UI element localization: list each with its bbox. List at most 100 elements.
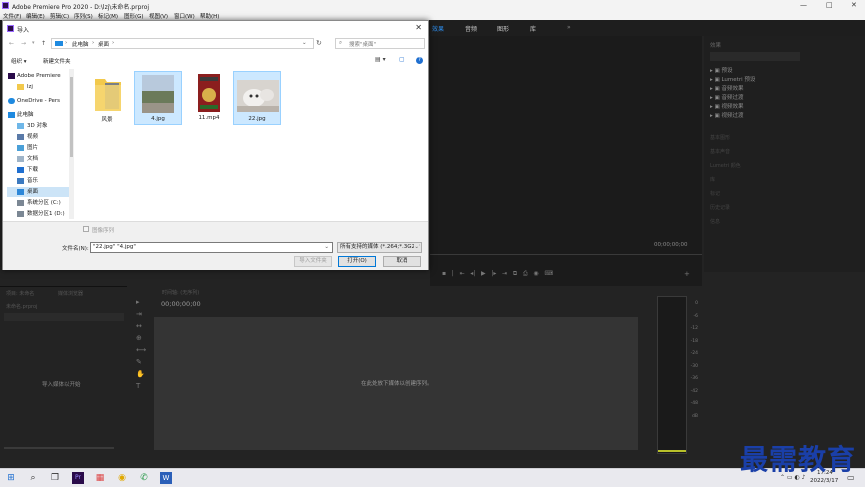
- minimize-button[interactable]: —: [800, 1, 807, 9]
- cube-icon: [17, 123, 24, 129]
- panel-history[interactable]: 历史记录: [710, 204, 730, 211]
- panel-essential-graphics[interactable]: 基本图形: [710, 134, 730, 141]
- back-icon[interactable]: ←: [9, 40, 14, 47]
- project-search-input[interactable]: [4, 313, 124, 321]
- sidebar-item-onedrive[interactable]: OneDrive - Pers: [7, 96, 71, 106]
- effects-item[interactable]: ▸ ▣ 音频效果: [710, 84, 743, 92]
- panel-libraries[interactable]: 库: [710, 176, 715, 183]
- sidebar-item-3d-objects[interactable]: 3D 对象: [7, 121, 71, 131]
- address-bar[interactable]: › 此电脑 › 桌面 › ⌄: [51, 38, 314, 49]
- view-options-icon[interactable]: ▤ ▾: [375, 56, 386, 63]
- search-input[interactable]: ⌕ 搜索"桌面": [335, 38, 425, 49]
- effects-item[interactable]: ▸ ▣ 预设: [710, 66, 732, 74]
- monitor-ruler: [430, 254, 702, 255]
- open-button[interactable]: 打开(O): [338, 256, 376, 267]
- image-sequence-checkbox[interactable]: [83, 226, 89, 232]
- workspace-effects-tab[interactable]: 效果: [432, 24, 444, 33]
- tools-panel: ▸ ⇥ ↔ ⊕ ⟷ ✎ ✋ T: [130, 286, 150, 456]
- file-item-video[interactable]: 11.mp4: [185, 71, 233, 125]
- up-icon[interactable]: ↑: [41, 40, 46, 47]
- sidebar-item-downloads[interactable]: 下载: [7, 165, 71, 175]
- word-icon[interactable]: W: [160, 472, 172, 484]
- sidebar-item-adobe-premiere[interactable]: Adobe Premiere: [7, 71, 71, 81]
- new-folder-button[interactable]: 新建文件夹: [43, 57, 71, 65]
- help-icon[interactable]: ?: [416, 57, 423, 64]
- menu-edit[interactable]: 编辑(E): [26, 12, 45, 20]
- forward-icon[interactable]: →: [21, 40, 26, 47]
- monitor-transport-controls[interactable]: ▪ | ⇤ ◂| ▶ |▸ ⇥ ⧉ ⎙ ◉ ⌨: [442, 270, 553, 278]
- add-button-icon[interactable]: +: [684, 270, 690, 278]
- panel-info[interactable]: 信息: [710, 218, 720, 225]
- sidebar-item-drive-c[interactable]: 系统分区 (C:): [7, 198, 71, 208]
- zoom-slider[interactable]: [4, 447, 114, 449]
- breadcrumb-this-pc[interactable]: 此电脑: [72, 40, 89, 48]
- workspace-audio-tab[interactable]: 音频: [465, 24, 477, 33]
- menu-window[interactable]: 窗口(W): [174, 12, 195, 20]
- search-icon[interactable]: ⌕: [27, 472, 39, 484]
- file-name: 4.jpg: [151, 116, 165, 122]
- breadcrumb-desktop[interactable]: 桌面: [98, 40, 109, 48]
- panel-essential-sound[interactable]: 基本声音: [710, 148, 730, 155]
- workspace-graphics-tab[interactable]: 图形: [497, 24, 509, 33]
- import-media-hint: 导入媒体以开始: [42, 382, 81, 388]
- computer-icon: [55, 41, 63, 46]
- sidebar-scrollbar-thumb[interactable]: [70, 77, 73, 157]
- menu-marker[interactable]: 标记(M): [98, 12, 118, 20]
- file-type-select[interactable]: 所有支持的媒体 (*.264;*.3G2;* ⌄: [337, 242, 422, 253]
- recent-dropdown-icon[interactable]: ▾: [32, 40, 35, 46]
- sidebar-item-this-pc[interactable]: 此电脑: [7, 110, 71, 120]
- wechat-icon[interactable]: ✆: [138, 472, 150, 484]
- app-icon[interactable]: ▦: [94, 472, 106, 484]
- effects-item[interactable]: ▸ ▣ 视频效果: [710, 102, 743, 110]
- sequence-drop-area[interactable]: 在此处放下媒体以创建序列。: [154, 317, 638, 450]
- dialog-close-icon[interactable]: ✕: [415, 23, 422, 32]
- effects-item[interactable]: ▸ ▣ 音频过渡: [710, 93, 743, 101]
- filename-input[interactable]: "22.jpg" "4.jpg" ⌄: [90, 242, 333, 253]
- sidebar-item-desktop[interactable]: 桌面: [7, 187, 71, 197]
- maximize-button[interactable]: □: [826, 1, 833, 9]
- task-view-icon[interactable]: ❐: [49, 472, 61, 484]
- sidebar-item-lzj[interactable]: lzj: [7, 82, 71, 92]
- preview-pane-icon[interactable]: ▢: [399, 56, 405, 63]
- workspace-libraries-tab[interactable]: 库: [530, 24, 536, 33]
- refresh-icon[interactable]: ↻: [316, 39, 322, 47]
- tab-media-browser[interactable]: 媒体浏览器: [58, 290, 83, 297]
- chevron-down-icon[interactable]: ⌄: [324, 243, 329, 252]
- address-dropdown-icon[interactable]: ⌄: [302, 40, 307, 46]
- cancel-button[interactable]: 取消: [383, 256, 421, 267]
- menu-sequence[interactable]: 序列(S): [74, 12, 93, 20]
- panel-markers[interactable]: 标记: [710, 190, 720, 197]
- file-name: 风景: [101, 117, 113, 123]
- tool-icons[interactable]: ▸ ⇥ ↔ ⊕ ⟷ ✎ ✋ T: [136, 296, 146, 392]
- import-folder-button[interactable]: 导入文件夹: [294, 256, 332, 267]
- menu-view[interactable]: 视图(V): [149, 12, 168, 20]
- premiere-icon[interactable]: Pr: [72, 472, 84, 484]
- timeline-tab[interactable]: 时间轴: (无序列): [162, 289, 199, 296]
- organize-button[interactable]: 组织 ▾: [11, 57, 27, 65]
- menu-clip[interactable]: 剪辑(C): [50, 12, 69, 20]
- effects-item[interactable]: ▸ ▣ Lumetri 预设: [710, 75, 755, 83]
- menu-help[interactable]: 帮助(H): [200, 12, 219, 20]
- sidebar-item-pictures[interactable]: 图片: [7, 143, 71, 153]
- sidebar-item-documents[interactable]: 文档: [7, 154, 71, 164]
- sidebar-item-drive-d[interactable]: 数据分区1 (D:): [7, 209, 71, 219]
- file-item-image[interactable]: 22.jpg: [233, 71, 281, 125]
- chevron-down-icon[interactable]: ⌄: [414, 243, 419, 252]
- file-item-folder[interactable]: 风景: [83, 71, 131, 125]
- effects-item[interactable]: ▸ ▣ 视频过渡: [710, 111, 743, 119]
- start-icon[interactable]: ⊞: [5, 472, 17, 484]
- search-placeholder: 搜索"桌面": [349, 42, 377, 48]
- timeline-timecode[interactable]: 00;00;00;00: [161, 300, 201, 308]
- menu-file[interactable]: 文件(F): [3, 12, 21, 20]
- menu-graphics[interactable]: 图形(G): [124, 12, 144, 20]
- clock-date: 2022/3/17: [810, 478, 839, 484]
- sidebar-item-videos[interactable]: 视频: [7, 132, 71, 142]
- sidebar-item-music[interactable]: 音乐: [7, 176, 71, 186]
- file-item-image[interactable]: 4.jpg: [134, 71, 182, 125]
- effects-search-input[interactable]: [710, 52, 800, 61]
- panel-lumetri-color[interactable]: Lumetri 颜色: [710, 162, 741, 169]
- workspace-more-icon[interactable]: »: [567, 24, 571, 31]
- close-button[interactable]: ✕: [851, 1, 857, 9]
- chrome-icon[interactable]: ◉: [116, 472, 128, 484]
- tab-project[interactable]: 项目: 未命名: [6, 290, 34, 297]
